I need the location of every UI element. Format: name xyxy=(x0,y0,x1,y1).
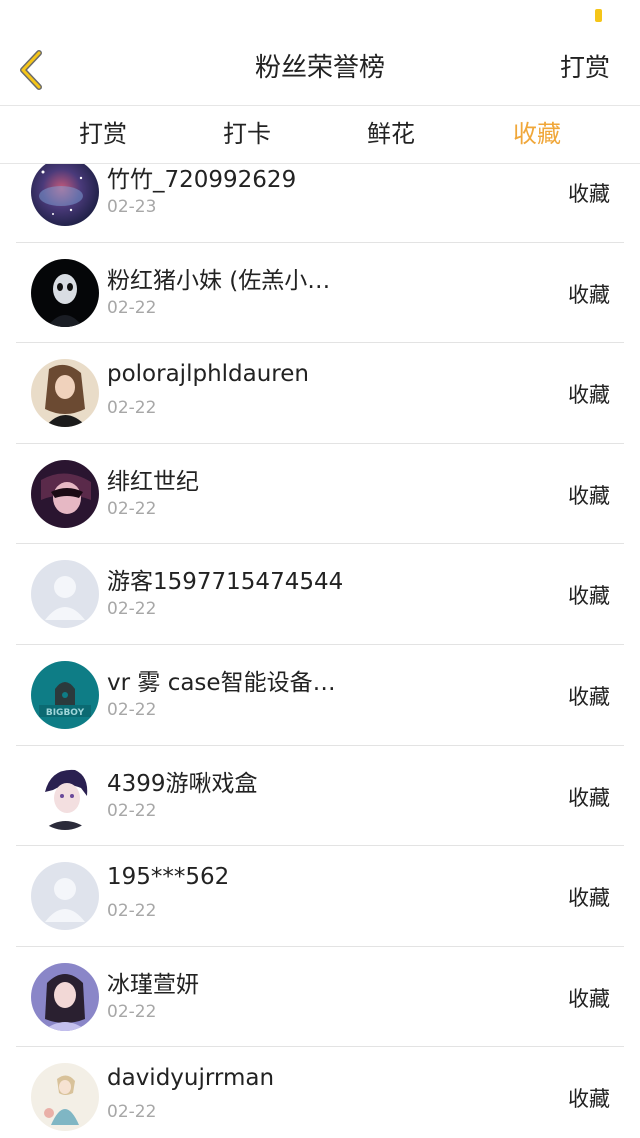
default-user-avatar[interactable] xyxy=(31,560,99,629)
tab-bar: 打赏 打卡 鲜花 收藏 xyxy=(0,107,640,164)
list-item[interactable]: 绯红世纪 02-22 收藏 xyxy=(16,444,624,545)
nav-bar: 粉丝荣誉榜 打赏 xyxy=(0,34,640,106)
girl-photo-avatar[interactable] xyxy=(31,359,99,428)
user-name: 4399游啾戏盒 xyxy=(107,770,258,797)
favorite-label: 收藏 xyxy=(568,886,610,911)
user-date: 02-22 xyxy=(107,398,157,419)
fan-list[interactable]: 竹竹_720992629 02-23 收藏 粉红猪小妹 (佐羔小… 02-22 xyxy=(0,164,640,1138)
user-date: 02-22 xyxy=(107,800,157,821)
list-item[interactable]: davidyujrrman 02-22 收藏 xyxy=(16,1047,624,1138)
favorite-label: 收藏 xyxy=(568,1087,610,1112)
list-item[interactable]: 冰瑾萱妍 02-22 收藏 xyxy=(16,947,624,1048)
user-name: 竹竹_720992629 xyxy=(107,167,297,193)
list-item[interactable]: polorajlphldauren 02-22 收藏 xyxy=(16,343,624,444)
screen: 粉丝荣誉榜 打赏 打赏 打卡 鲜花 收藏 竹竹_720992629 02-23 … xyxy=(0,0,640,1138)
favorite-label: 收藏 xyxy=(568,182,610,206)
tab-favorites[interactable]: 收藏 xyxy=(492,107,582,164)
default-user-avatar[interactable] xyxy=(31,862,99,931)
chevron-left-icon xyxy=(20,50,42,90)
list-item[interactable]: BIGBOY vr 雾 case智能设备… 02-22 收藏 xyxy=(16,645,624,746)
bigboy-logo-avatar[interactable]: BIGBOY xyxy=(31,660,99,729)
favorite-label: 收藏 xyxy=(568,684,610,709)
list-item[interactable]: 195***562 02-22 收藏 xyxy=(16,846,624,947)
user-name: 冰瑾萱妍 xyxy=(107,971,199,998)
galaxy-avatar[interactable] xyxy=(31,164,99,226)
user-date: 02-22 xyxy=(107,1001,157,1022)
page-title: 粉丝荣誉榜 xyxy=(254,53,385,83)
user-date: 02-22 xyxy=(107,498,157,519)
masked-figure-avatar[interactable] xyxy=(31,258,99,327)
fan-list-inner: 竹竹_720992629 02-23 收藏 粉红猪小妹 (佐羔小… 02-22 xyxy=(0,164,640,1138)
reward-button[interactable]: 打赏 xyxy=(560,34,610,106)
list-item[interactable]: 粉红猪小妹 (佐羔小… 02-22 收藏 xyxy=(16,243,624,344)
tab-checkin[interactable]: 打卡 xyxy=(202,107,292,164)
user-date: 02-22 xyxy=(107,1102,157,1123)
favorite-label: 收藏 xyxy=(568,584,610,609)
user-date: 02-22 xyxy=(107,297,157,318)
battery-icon xyxy=(595,9,602,22)
user-name: 195***562 xyxy=(107,864,230,891)
illustration-avatar[interactable] xyxy=(31,1063,99,1132)
tab-flowers[interactable]: 鲜花 xyxy=(346,107,436,164)
tab-reward[interactable]: 打赏 xyxy=(58,107,148,164)
user-name: davidyujrrman xyxy=(107,1065,275,1092)
user-date: 02-22 xyxy=(107,599,157,620)
user-name: vr 雾 case智能设备… xyxy=(107,669,336,696)
user-name: polorajlphldauren xyxy=(107,361,309,388)
girl-portrait-avatar[interactable] xyxy=(31,962,99,1031)
user-name: 游客1597715474544 xyxy=(107,569,344,596)
favorite-label: 收藏 xyxy=(568,483,610,508)
favorite-label: 收藏 xyxy=(568,986,610,1011)
user-name: 粉红猪小妹 (佐羔小… xyxy=(107,267,331,294)
anime-boy-avatar[interactable] xyxy=(31,761,99,830)
svg-text:BIGBOY: BIGBOY xyxy=(46,708,85,718)
favorite-label: 收藏 xyxy=(568,785,610,810)
list-item[interactable]: 4399游啾戏盒 02-22 收藏 xyxy=(16,746,624,847)
list-item[interactable]: 游客1597715474544 02-22 收藏 xyxy=(16,544,624,645)
list-item[interactable]: 竹竹_720992629 02-23 收藏 xyxy=(16,164,624,243)
user-date: 02-22 xyxy=(107,699,157,720)
favorite-label: 收藏 xyxy=(568,282,610,307)
favorite-label: 收藏 xyxy=(568,383,610,408)
user-date: 02-23 xyxy=(107,197,157,217)
user-name: 绯红世纪 xyxy=(107,468,199,495)
masked-woman-avatar[interactable] xyxy=(31,459,99,528)
status-bar xyxy=(0,0,640,34)
user-date: 02-22 xyxy=(107,901,157,922)
back-button[interactable] xyxy=(8,46,52,94)
